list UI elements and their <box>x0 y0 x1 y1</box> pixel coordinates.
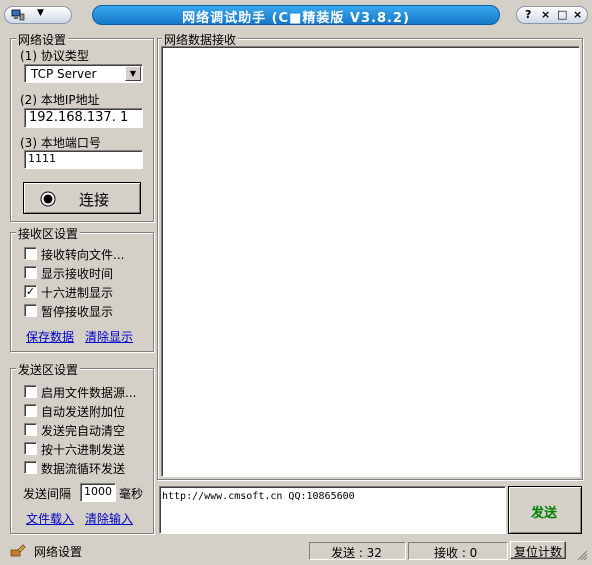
port-input[interactable]: 1111 <box>24 150 143 169</box>
send-button[interactable]: 发送 <box>508 486 582 534</box>
checkbox-label: 十六进制显示 <box>41 286 114 300</box>
title-bar[interactable]: ▼ 网络调试助手 (C■精装版 V3.8.2) ? × □ × <box>0 0 592 30</box>
status-bar: 网络设置 发送 : 32 接收 : 0 复位计数 <box>0 539 592 565</box>
send-count: 发送 : 32 <box>331 546 382 560</box>
option-hex-display[interactable]: ✓ 十六进制显示 <box>24 283 149 300</box>
chevron-down-icon[interactable]: ▼ <box>125 66 141 81</box>
window-controls: ? × □ × <box>516 6 588 24</box>
option-auto-clear[interactable]: 发送完自动清空 <box>24 421 149 438</box>
checkbox[interactable] <box>24 404 37 417</box>
reset-count-label: 复位计数 <box>514 545 563 559</box>
receive-settings-title: 接收区设置 <box>16 225 81 242</box>
option-loop-send[interactable]: 数据流循环发送 <box>24 459 149 476</box>
reset-count-button[interactable]: 复位计数 <box>510 541 566 559</box>
save-data-link[interactable]: 保存数据 <box>26 328 74 345</box>
resize-grip-icon[interactable] <box>576 549 588 561</box>
checkbox[interactable] <box>24 461 37 474</box>
send-text: http://www.cmsoft.cn QQ:10865600 <box>162 491 355 502</box>
option-file-source[interactable]: 启用文件数据源... <box>24 383 149 400</box>
checkbox[interactable] <box>24 304 37 317</box>
checkbox[interactable] <box>24 385 37 398</box>
system-menu[interactable]: ▼ <box>4 6 72 24</box>
checkbox-label: 显示接收时间 <box>41 267 114 281</box>
protocol-select[interactable]: TCP Server ▼ <box>24 64 143 83</box>
interval-unit: 毫秒 <box>119 487 144 501</box>
checkbox-label: 数据流循环发送 <box>41 462 126 476</box>
checkbox[interactable] <box>24 266 37 279</box>
checkbox-label: 启用文件数据源... <box>41 386 137 400</box>
checkbox-label: 按十六进制发送 <box>41 443 126 457</box>
checkbox[interactable] <box>24 423 37 436</box>
load-file-link[interactable]: 文件载入 <box>26 510 74 527</box>
interval-input[interactable]: 1000 <box>80 483 116 502</box>
port-input-value: 1111 <box>28 152 56 165</box>
checkbox[interactable] <box>24 442 37 455</box>
option-recv-to-file[interactable]: 接收转向文件... <box>24 245 149 262</box>
clear-input-link[interactable]: 清除输入 <box>85 510 133 527</box>
ip-label: (2) 本地IP地址 <box>20 93 100 107</box>
send-count-panel: 发送 : 32 <box>309 542 406 560</box>
option-show-recv-time[interactable]: 显示接收时间 <box>24 264 149 281</box>
protocol-label: (1) 协议类型 <box>20 49 89 63</box>
option-auto-append[interactable]: 自动发送附加位 <box>24 402 149 419</box>
interval-input-value: 1000 <box>84 485 112 498</box>
ip-input[interactable]: 192.168.137. 1 <box>24 108 143 128</box>
help-button[interactable]: ? <box>525 8 531 21</box>
window-title: 网络调试助手 (C■精装版 V3.8.2) <box>182 11 410 26</box>
checkbox-label: 暂停接收显示 <box>41 305 114 319</box>
protocol-select-value: TCP Server <box>31 67 97 81</box>
title-pill: 网络调试助手 (C■精装版 V3.8.2) <box>92 5 500 26</box>
minimize-button[interactable]: × <box>541 8 550 21</box>
ip-input-value: 192.168.137. 1 <box>29 110 129 125</box>
status-text: 网络设置 <box>34 545 83 559</box>
chevron-down-icon: ▼ <box>37 8 44 18</box>
send-button-label: 发送 <box>531 506 558 521</box>
send-settings-title: 发送区设置 <box>16 361 81 378</box>
checkbox[interactable] <box>24 247 37 260</box>
interval-label: 发送间隔 <box>23 487 72 501</box>
clear-display-link[interactable]: 清除显示 <box>85 328 133 345</box>
checkbox-label: 接收转向文件... <box>41 248 125 262</box>
connect-button[interactable]: 连接 <box>23 182 141 214</box>
option-pause-recv[interactable]: 暂停接收显示 <box>24 302 149 319</box>
record-dot-icon <box>40 191 56 207</box>
network-settings-title: 网络设置 <box>16 31 69 48</box>
settings-wrench-icon <box>10 544 26 557</box>
recv-count: 接收 : 0 <box>434 546 478 560</box>
network-app-icon <box>11 9 25 21</box>
option-hex-send[interactable]: 按十六进制发送 <box>24 440 149 457</box>
connect-button-label: 连接 <box>79 191 110 209</box>
close-button[interactable]: × <box>573 8 582 21</box>
receive-textarea[interactable] <box>161 46 580 477</box>
checkbox-checked[interactable]: ✓ <box>24 285 37 298</box>
maximize-button[interactable]: □ <box>557 8 567 21</box>
checkbox-label: 发送完自动清空 <box>41 424 126 438</box>
checkbox-label: 自动发送附加位 <box>41 405 126 419</box>
port-label: (3) 本地端口号 <box>20 136 101 150</box>
send-textarea[interactable]: http://www.cmsoft.cn QQ:10865600 <box>159 486 506 534</box>
recv-count-panel: 接收 : 0 <box>408 542 508 560</box>
